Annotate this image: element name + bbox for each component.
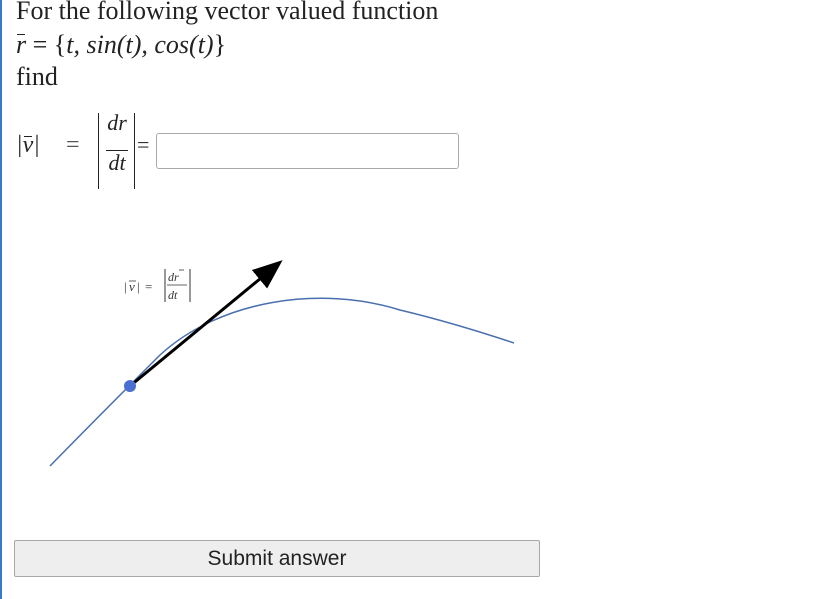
curve-path bbox=[49, 297, 515, 467]
derivative-numerator: dr bbox=[107, 110, 127, 135]
problem-prompt: find bbox=[16, 62, 58, 91]
answer-input[interactable] bbox=[156, 133, 459, 169]
abs-bar-left: | bbox=[16, 132, 23, 158]
derivative-abs-left bbox=[98, 113, 99, 189]
diagram-abs-right: | bbox=[137, 279, 140, 294]
formula-equals-2: = bbox=[137, 132, 150, 157]
diagram-formula-label: | v | = dr dt bbox=[124, 269, 191, 302]
brace-open: { bbox=[53, 30, 67, 59]
abs-bar-right: | bbox=[33, 132, 40, 158]
brace-close: } bbox=[213, 30, 227, 59]
diagram-equals: = bbox=[145, 279, 152, 294]
r-vector-symbol: r bbox=[16, 30, 27, 59]
formula-equals: = bbox=[66, 132, 80, 158]
problem-intro: For the following vector valued function bbox=[16, 0, 439, 25]
curve-point bbox=[124, 380, 136, 392]
diagram-numerator: dr bbox=[168, 270, 179, 284]
function-definition: r = {t, sin(t), cos(t)} bbox=[16, 30, 226, 60]
derivative-denominator: dt bbox=[108, 150, 126, 175]
submit-answer-button[interactable]: Submit answer bbox=[14, 540, 540, 577]
diagram-denominator: dt bbox=[168, 288, 178, 302]
v-vector-symbol: v bbox=[22, 132, 34, 158]
tangent-vector-diagram: | v | = dr dt bbox=[49, 260, 515, 467]
diagram-abs-left: | bbox=[124, 279, 127, 294]
derivative-abs-right bbox=[134, 113, 135, 189]
function-components: t, sin(t), cos(t) bbox=[66, 30, 214, 59]
function-equals: = bbox=[26, 30, 54, 59]
speed-magnitude-label: |v| bbox=[16, 132, 40, 159]
